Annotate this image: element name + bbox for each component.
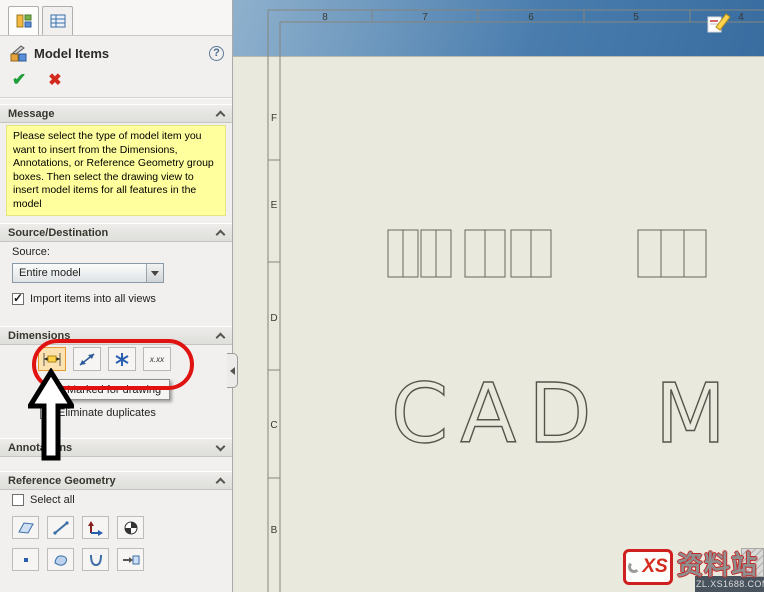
zone-column-label: 4 (738, 12, 744, 23)
chevron-up-icon (215, 332, 226, 342)
watermark-logo-text: XS (642, 556, 668, 577)
dropdown-arrow-icon[interactable] (146, 264, 163, 282)
ref-surfaces-button[interactable] (47, 548, 74, 571)
ref-routing-points-button[interactable] (117, 548, 144, 571)
curve-icon (89, 554, 102, 566)
surface-icon (53, 554, 67, 566)
watermark-site-name: 资料站 (677, 550, 759, 580)
zone-column-label: 6 (528, 12, 534, 23)
panel-splitter-handle[interactable] (227, 353, 238, 388)
select-all-checkbox[interactable] (12, 494, 24, 506)
routing-point-icon (122, 555, 139, 564)
zone-column-label: 7 (422, 12, 428, 23)
source-label: Source: (12, 246, 50, 258)
ref-axes-button[interactable] (47, 516, 74, 539)
source-destination-section-header[interactable]: Source/Destination (0, 223, 232, 242)
import-all-views-checkbox[interactable] (12, 291, 24, 305)
source-dropdown[interactable]: Entire model (12, 263, 164, 283)
zone-row-label: E (271, 200, 278, 211)
ref-center-of-mass-button[interactable] (117, 516, 144, 539)
chevron-down-icon (215, 441, 226, 451)
chevron-up-icon (215, 477, 226, 487)
source-dropdown-value: Entire model (19, 267, 81, 279)
property-manager-tab-icon (16, 14, 31, 28)
sketch-text-cad: CAD (391, 367, 604, 462)
zone-column-label: 8 (322, 12, 328, 23)
panel-title: Model Items (34, 45, 110, 61)
black-arrow-annotation (28, 368, 74, 461)
import-all-views-checkbox-row[interactable]: Import items into all views (12, 291, 156, 305)
ref-planes-button[interactable] (12, 516, 39, 539)
cancel-button[interactable]: ✖ (48, 70, 61, 90)
help-icon[interactable]: ? (209, 45, 224, 61)
swoosh-icon (628, 561, 641, 573)
divider (0, 97, 232, 99)
edit-sheet-tool-icon (706, 10, 732, 41)
drawing-area[interactable]: 8 7 6 5 4 F E D C B CAD M XS 资料站 ZL.XS16… (233, 0, 764, 592)
zone-row-label: D (270, 313, 277, 324)
axis-icon (52, 520, 69, 535)
sketch-text-m: M (655, 367, 726, 462)
center-of-mass-icon (124, 521, 137, 534)
source-destination-section-label: Source/Destination (8, 226, 109, 239)
model-items-icon (10, 44, 27, 61)
message-section-label: Message (8, 107, 55, 120)
reference-geometry-section-label: Reference Geometry (8, 474, 116, 487)
reference-geometry-section-header[interactable]: Reference Geometry (0, 471, 232, 490)
select-all-label: Select all (30, 494, 75, 506)
chevron-up-icon (215, 110, 226, 120)
plane-icon (17, 521, 34, 534)
character-outline-boxes (387, 229, 707, 278)
ok-button[interactable]: ✔ (12, 70, 26, 90)
point-icon (23, 557, 28, 562)
chevron-up-icon (215, 229, 226, 239)
watermark-logo: XS (623, 549, 673, 585)
zone-row-label: F (271, 113, 277, 124)
sheet-graphics: 8 7 6 5 4 F E D C B CAD M (267, 9, 764, 592)
ref-origins-button[interactable] (82, 516, 109, 539)
message-section-header[interactable]: Message (0, 104, 232, 123)
zone-column-label: 5 (633, 12, 639, 23)
origin-icon (87, 520, 103, 536)
zone-row-label: B (271, 525, 278, 536)
watermark-site-url: ZL.XS1688.COM (696, 579, 764, 589)
import-all-views-label: Import items into all views (30, 293, 156, 305)
solidworks-window: Model Items ? ✔ ✖ Message Please select … (0, 0, 764, 592)
ref-curves-button[interactable] (82, 548, 109, 571)
tab-property-manager[interactable] (8, 6, 39, 35)
select-all-checkbox-row[interactable]: Select all (12, 494, 75, 506)
ref-points-button[interactable] (12, 548, 39, 571)
message-box: Please select the type of model item you… (6, 125, 226, 216)
table-tab-icon (50, 14, 65, 28)
zone-row-label: C (270, 420, 277, 431)
tab-tables[interactable] (42, 6, 73, 35)
panel-tab-bar (0, 0, 232, 36)
property-manager-panel: Model Items ? ✔ ✖ Message Please select … (0, 0, 233, 592)
